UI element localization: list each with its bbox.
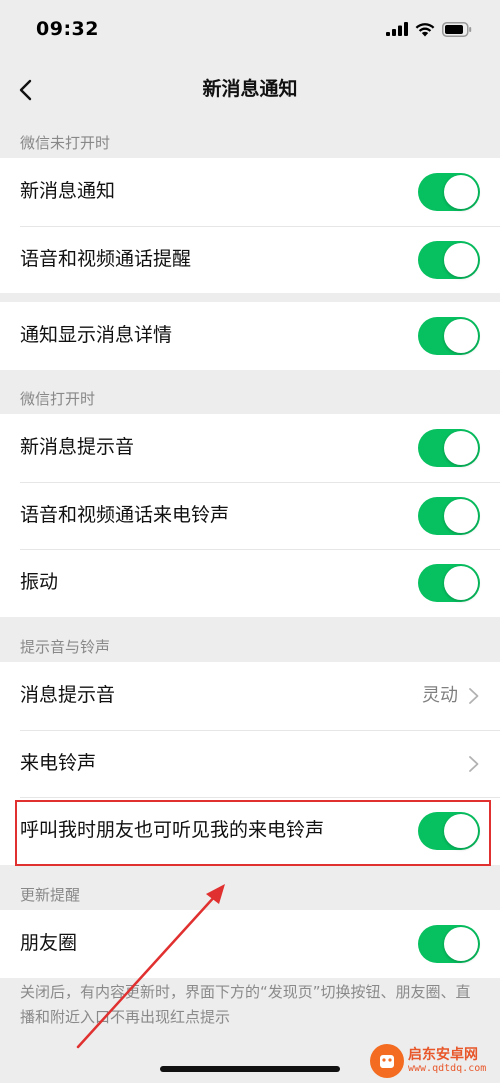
settings-group: 通知显示消息详情 xyxy=(0,302,500,370)
friends-hear-ringtone-toggle[interactable] xyxy=(418,812,480,850)
setting-row-new-message-notification[interactable]: 新消息通知 xyxy=(0,158,500,226)
setting-row-moments[interactable]: 朋友圈 xyxy=(0,910,500,978)
new-message-notification-toggle[interactable] xyxy=(418,173,480,211)
settings-group: 新消息通知 语音和视频通话提醒 xyxy=(0,158,500,293)
cellular-signal-icon xyxy=(386,22,408,36)
setting-row-call-ringtone[interactable]: 语音和视频通话来电铃声 xyxy=(0,481,500,549)
settings-group: 新消息提示音 语音和视频通话来电铃声 振动 xyxy=(0,414,500,617)
toggle-knob xyxy=(444,431,478,465)
call-reminder-toggle[interactable] xyxy=(418,240,480,279)
page-title: 新消息通知 xyxy=(202,78,298,100)
setting-label: 通知显示消息详情 xyxy=(20,324,173,346)
watermark-url: www.qdtdq.com xyxy=(408,1063,487,1074)
setting-row-show-message-details[interactable]: 通知显示消息详情 xyxy=(0,302,500,370)
toggle-knob xyxy=(444,319,478,353)
setting-label: 新消息通知 xyxy=(20,180,116,202)
message-sound-toggle[interactable] xyxy=(418,429,480,467)
setting-row-vibration[interactable]: 振动 xyxy=(0,549,500,617)
setting-row-friends-hear-ringtone[interactable]: 呼叫我时朋友也可听见我的来电铃声 xyxy=(0,797,500,865)
show-message-details-toggle[interactable] xyxy=(418,317,480,355)
toggle-knob xyxy=(444,242,478,277)
setting-label: 语音和视频通话来电铃声 xyxy=(20,503,230,526)
toggle-knob xyxy=(444,498,478,533)
setting-row-call-reminder[interactable]: 语音和视频通话提醒 xyxy=(0,225,500,293)
toggle-knob xyxy=(444,814,478,848)
watermark-name: 启东安卓网 xyxy=(408,1047,478,1063)
status-icons xyxy=(386,20,472,38)
toggle-knob xyxy=(444,566,478,600)
footer-note: 关闭后，有内容更新时，界面下方的“发现页”切换按钮、朋友圈、直播和附近入口不再出… xyxy=(20,983,471,1026)
settings-group: 朋友圈 xyxy=(0,910,500,978)
toggle-knob xyxy=(444,175,478,209)
setting-label: 呼叫我时朋友也可听见我的来电铃声 xyxy=(20,819,325,841)
battery-icon xyxy=(442,21,472,37)
setting-label: 朋友圈 xyxy=(20,932,78,954)
moments-toggle[interactable] xyxy=(418,925,480,963)
setting-label: 消息提示音 xyxy=(20,684,116,706)
toggle-knob xyxy=(444,927,478,961)
home-indicator xyxy=(160,1066,340,1072)
call-ringtone-toggle[interactable] xyxy=(418,496,480,535)
status-bar: 09:32 xyxy=(0,0,500,60)
setting-row-message-tone[interactable]: 消息提示音 灵动 xyxy=(0,662,500,730)
vibration-toggle[interactable] xyxy=(418,564,480,602)
watermark-logo-icon xyxy=(370,1044,404,1078)
setting-label: 振动 xyxy=(20,571,59,593)
setting-value: 灵动 xyxy=(422,685,458,706)
setting-label: 来电铃声 xyxy=(20,751,97,774)
setting-label: 语音和视频通话提醒 xyxy=(20,247,192,270)
wifi-icon xyxy=(415,22,435,36)
chevron-right-icon xyxy=(469,688,479,704)
watermark-text: 启东安卓网 www.qdtdq.com xyxy=(408,1047,486,1075)
status-time: 09:32 xyxy=(36,18,99,40)
setting-row-ringtone[interactable]: 来电铃声 xyxy=(0,729,500,797)
watermark: 启东安卓网 www.qdtdq.com xyxy=(370,1042,495,1080)
setting-row-message-sound[interactable]: 新消息提示音 xyxy=(0,414,500,482)
chevron-right-icon xyxy=(469,755,479,772)
navigation-bar: 新消息通知 xyxy=(0,60,500,120)
settings-group: 消息提示音 灵动 来电铃声 呼叫我时朋友也可听见我的来电铃声 xyxy=(0,662,500,865)
setting-label: 新消息提示音 xyxy=(20,436,135,458)
